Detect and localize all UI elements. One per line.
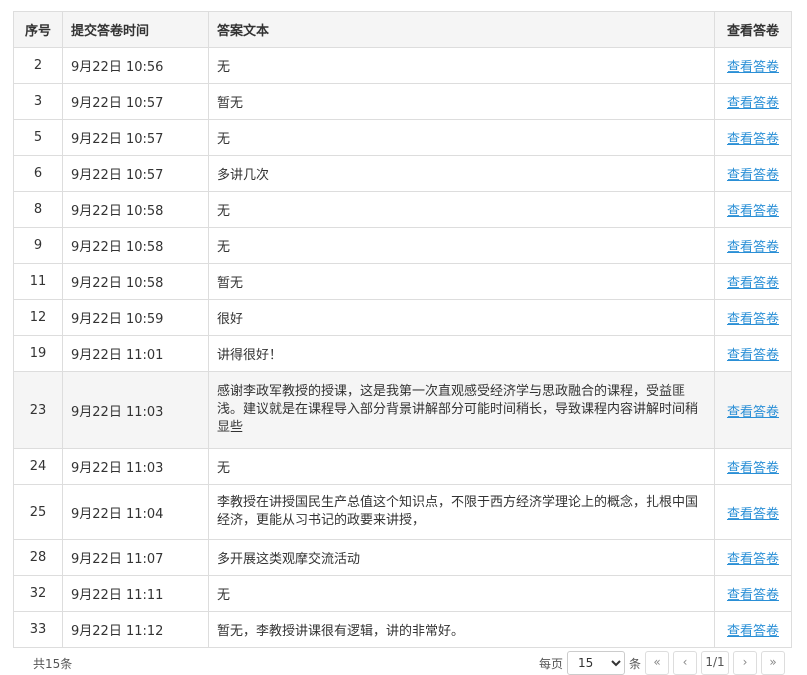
- view-answer-link[interactable]: 查看答卷: [727, 624, 779, 639]
- view-answer-link[interactable]: 查看答卷: [727, 60, 779, 75]
- view-answer-link[interactable]: 查看答卷: [727, 507, 779, 522]
- per-page-select[interactable]: 15: [566, 651, 625, 675]
- row-time: 9月22日 10:59: [62, 299, 209, 336]
- table-row: 32 9月22日 11:11 无 查看答卷: [13, 575, 792, 612]
- prev-page-icon[interactable]: ‹: [673, 651, 697, 675]
- row-seq: 23: [13, 371, 63, 449]
- row-time: 9月22日 11:12: [62, 611, 209, 648]
- row-seq: 8: [13, 191, 63, 228]
- table-row: 25 9月22日 11:04 李教授在讲授国民生产总值这个知识点，不限于西方经济…: [13, 484, 792, 540]
- view-answer-link[interactable]: 查看答卷: [727, 588, 779, 603]
- row-answer: 感谢李政军教授的授课，这是我第一次直观感受经济学与思政融合的课程，受益匪浅。建议…: [208, 371, 715, 449]
- answers-table: 序号 提交答卷时间 答案文本 查看答卷 2 9月22日 10:56 无 查看答卷…: [13, 11, 792, 648]
- table-row: 28 9月22日 11:07 多开展这类观摩交流活动 查看答卷: [13, 539, 792, 576]
- row-seq: 28: [13, 539, 63, 576]
- row-time: 9月22日 11:01: [62, 335, 209, 372]
- header-view-answer: 查看答卷: [714, 11, 792, 48]
- view-answer-link[interactable]: 查看答卷: [727, 204, 779, 219]
- table-row: 12 9月22日 10:59 很好 查看答卷: [13, 299, 792, 336]
- per-page-unit: 条: [628, 656, 641, 671]
- row-answer: 很好: [208, 299, 715, 336]
- row-answer: 讲得很好！: [208, 335, 715, 372]
- row-seq: 9: [13, 227, 63, 264]
- table-row: 19 9月22日 11:01 讲得很好！ 查看答卷: [13, 335, 792, 372]
- row-time: 9月22日 10:57: [62, 155, 209, 192]
- next-page-icon[interactable]: ›: [733, 651, 757, 675]
- table-row: 24 9月22日 11:03 无 查看答卷: [13, 448, 792, 485]
- row-seq: 32: [13, 575, 63, 612]
- row-seq: 3: [13, 83, 63, 120]
- row-answer: 多讲几次: [208, 155, 715, 192]
- per-page-label: 每页: [538, 656, 563, 671]
- view-answer-link[interactable]: 查看答卷: [727, 405, 779, 420]
- row-seq: 12: [13, 299, 63, 336]
- total-count: 共15条: [33, 657, 73, 671]
- row-seq: 2: [13, 47, 63, 84]
- table-row: 23 9月22日 11:03 感谢李政军教授的授课，这是我第一次直观感受经济学与…: [13, 371, 792, 449]
- row-seq: 24: [13, 448, 63, 485]
- row-time: 9月22日 10:58: [62, 227, 209, 264]
- row-time: 9月22日 10:56: [62, 47, 209, 84]
- table-row: 3 9月22日 10:57 暂无 查看答卷: [13, 83, 792, 120]
- table-row: 2 9月22日 10:56 无 查看答卷: [13, 47, 792, 84]
- row-seq: 11: [13, 263, 63, 300]
- row-time: 9月22日 10:57: [62, 119, 209, 156]
- table-row: 6 9月22日 10:57 多讲几次 查看答卷: [13, 155, 792, 192]
- table-row: 5 9月22日 10:57 无 查看答卷: [13, 119, 792, 156]
- page-info: 1/1: [701, 651, 729, 675]
- view-answer-link[interactable]: 查看答卷: [727, 132, 779, 147]
- table-row: 33 9月22日 11:12 暂无，李教授讲课很有逻辑，讲的非常好。 查看答卷: [13, 611, 792, 648]
- header-answer-text: 答案文本: [208, 11, 715, 48]
- row-seq: 33: [13, 611, 63, 648]
- table-header-row: 序号 提交答卷时间 答案文本 查看答卷: [13, 11, 792, 48]
- row-time: 9月22日 11:04: [62, 484, 209, 540]
- table-row: 9 9月22日 10:58 无 查看答卷: [13, 227, 792, 264]
- first-page-icon[interactable]: «: [645, 651, 669, 675]
- view-answer-link[interactable]: 查看答卷: [727, 168, 779, 183]
- table-row: 11 9月22日 10:58 暂无 查看答卷: [13, 263, 792, 300]
- row-seq: 25: [13, 484, 63, 540]
- view-answer-link[interactable]: 查看答卷: [727, 461, 779, 476]
- row-time: 9月22日 10:57: [62, 83, 209, 120]
- row-answer: 暂无，李教授讲课很有逻辑，讲的非常好。: [208, 611, 715, 648]
- header-submit-time: 提交答卷时间: [62, 11, 209, 48]
- view-answer-link[interactable]: 查看答卷: [727, 276, 779, 291]
- row-time: 9月22日 11:11: [62, 575, 209, 612]
- table-row: 8 9月22日 10:58 无 查看答卷: [13, 191, 792, 228]
- row-answer: 多开展这类观摩交流活动: [208, 539, 715, 576]
- view-answer-link[interactable]: 查看答卷: [727, 240, 779, 255]
- view-answer-link[interactable]: 查看答卷: [727, 348, 779, 363]
- header-seq: 序号: [13, 11, 63, 48]
- row-answer: 李教授在讲授国民生产总值这个知识点，不限于西方经济学理论上的概念，扎根中国经济，…: [208, 484, 715, 540]
- row-answer: 无: [208, 119, 715, 156]
- last-page-icon[interactable]: »: [761, 651, 785, 675]
- row-answer: 无: [208, 448, 715, 485]
- view-answer-link[interactable]: 查看答卷: [727, 96, 779, 111]
- row-answer: 无: [208, 191, 715, 228]
- row-time: 9月22日 10:58: [62, 263, 209, 300]
- row-answer: 无: [208, 575, 715, 612]
- row-time: 9月22日 11:07: [62, 539, 209, 576]
- row-seq: 6: [13, 155, 63, 192]
- pager: 每页 15 条 « ‹ 1/1 › »: [539, 651, 785, 675]
- row-seq: 5: [13, 119, 63, 156]
- view-answer-link[interactable]: 查看答卷: [727, 312, 779, 327]
- row-time: 9月22日 10:58: [62, 191, 209, 228]
- row-time: 9月22日 11:03: [62, 448, 209, 485]
- view-answer-link[interactable]: 查看答卷: [727, 552, 779, 567]
- row-answer: 无: [208, 227, 715, 264]
- row-answer: 暂无: [208, 263, 715, 300]
- row-seq: 19: [13, 335, 63, 372]
- answers-table-container: 序号 提交答卷时间 答案文本 查看答卷 2 9月22日 10:56 无 查看答卷…: [13, 11, 792, 648]
- row-time: 9月22日 11:03: [62, 371, 209, 449]
- pagination-footer: 共15条 每页 15 条 « ‹ 1/1 › »: [13, 651, 791, 675]
- row-answer: 暂无: [208, 83, 715, 120]
- row-answer: 无: [208, 47, 715, 84]
